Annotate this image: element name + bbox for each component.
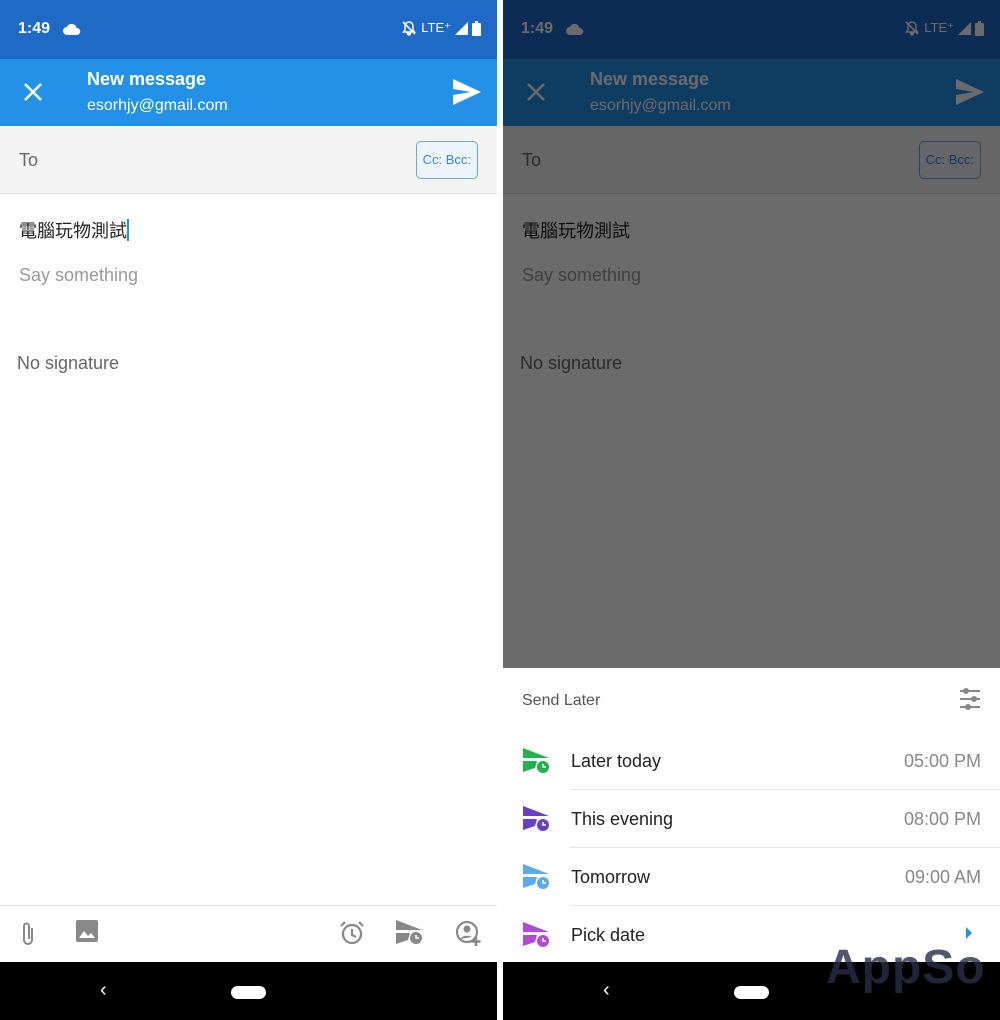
cloud-icon bbox=[63, 24, 81, 35]
send-icon[interactable] bbox=[453, 79, 481, 105]
close-icon[interactable] bbox=[22, 81, 44, 103]
notifications-off-icon bbox=[402, 21, 417, 36]
system-nav-bar: ‹ bbox=[0, 962, 497, 1020]
cc-bcc-button[interactable]: Cc: Bcc: bbox=[415, 141, 478, 179]
page-title: New message bbox=[87, 69, 207, 89]
send-later-icon[interactable] bbox=[396, 920, 424, 946]
send-later-icon bbox=[523, 922, 549, 947]
compose-screen-send-later: 1:49 LTE⁺ New message esorhjy@gmail.com … bbox=[503, 0, 1000, 1020]
compose-screen: 1:49 LTE⁺ New message esorhjy@gmail.com … bbox=[0, 0, 497, 1020]
paperclip-icon[interactable] bbox=[19, 920, 37, 948]
text-cursor bbox=[127, 219, 129, 241]
body-input[interactable]: Say something bbox=[19, 265, 138, 286]
option-time: 05:00 PM bbox=[903, 751, 981, 771]
send-later-icon bbox=[523, 748, 549, 773]
signature[interactable]: No signature bbox=[17, 353, 119, 374]
send-later-option[interactable]: Later today 05:00 PM bbox=[503, 732, 1000, 790]
compose-toolbar bbox=[0, 905, 497, 962]
option-time: 09:00 AM bbox=[904, 867, 981, 887]
send-later-sheet: Send Later Later today 05:00 PM This eve… bbox=[503, 668, 1000, 964]
home-button[interactable] bbox=[734, 986, 769, 999]
sheet-title: Send Later bbox=[522, 692, 601, 709]
send-later-option[interactable]: This evening 08:00 PM bbox=[503, 790, 1000, 848]
option-time: 08:00 PM bbox=[903, 809, 981, 829]
back-icon[interactable]: ‹ bbox=[100, 979, 107, 1002]
option-label: This evening bbox=[571, 809, 674, 829]
to-field[interactable]: To Cc: Bcc: bbox=[0, 126, 497, 194]
status-bar: 1:49 LTE⁺ bbox=[0, 0, 497, 59]
subject-text: 電腦玩物測試 bbox=[19, 221, 127, 241]
from-account[interactable]: esorhjy@gmail.com bbox=[87, 97, 228, 115]
status-time: 1:49 bbox=[18, 20, 51, 37]
app-bar: New message esorhjy@gmail.com bbox=[0, 59, 497, 126]
home-button[interactable] bbox=[231, 986, 266, 999]
signal-icon bbox=[455, 21, 468, 35]
subject-field[interactable]: 電腦玩物測試 bbox=[19, 217, 129, 243]
back-icon[interactable]: ‹ bbox=[603, 979, 610, 1002]
to-label: To bbox=[19, 150, 39, 170]
network-type: LTE⁺ bbox=[421, 20, 451, 35]
battery-icon bbox=[472, 20, 481, 36]
alarm-icon[interactable] bbox=[339, 920, 365, 946]
send-later-option[interactable]: Tomorrow 09:00 AM bbox=[503, 848, 1000, 906]
send-later-icon bbox=[523, 864, 549, 889]
modal-scrim[interactable] bbox=[503, 0, 1000, 668]
option-label: Pick date bbox=[571, 925, 646, 945]
option-label: Tomorrow bbox=[571, 867, 651, 887]
appso-watermark: AppSo bbox=[826, 941, 986, 994]
image-icon[interactable] bbox=[76, 920, 98, 942]
add-contact-icon[interactable] bbox=[455, 920, 482, 947]
settings-sliders-icon[interactable] bbox=[958, 688, 982, 710]
send-later-icon bbox=[523, 806, 549, 831]
chevron-right-icon bbox=[966, 927, 972, 939]
option-label: Later today bbox=[571, 751, 662, 771]
